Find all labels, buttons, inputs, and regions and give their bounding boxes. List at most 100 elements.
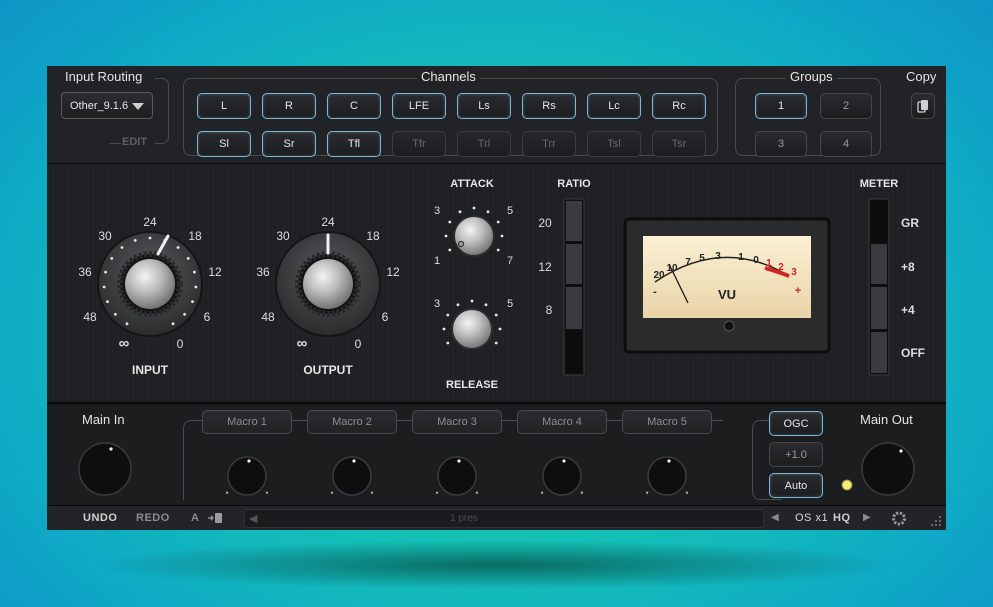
floor-shadow <box>90 540 903 590</box>
meter-label: METER <box>860 178 899 190</box>
channel-button-lc[interactable]: Lc <box>587 93 641 119</box>
channel-button-tfl[interactable]: Tfl <box>327 131 381 157</box>
channel-button-tsr[interactable]: Tsr <box>652 131 706 157</box>
groups-title: Groups <box>786 70 837 84</box>
ratio-value-20: 20 <box>538 216 552 230</box>
preset-bar[interactable]: ◀ 1 pres <box>244 509 764 528</box>
output-scale-30: 30 <box>276 229 290 243</box>
group-button-2[interactable]: 2 <box>820 93 872 119</box>
vu-scale-0: 0 <box>753 255 759 266</box>
input-routing-value: Other_9.1.6 <box>70 99 129 112</box>
channel-button-trr[interactable]: Trr <box>522 131 576 157</box>
meter-option-plus8: +8 <box>901 260 915 274</box>
macro-knob-4[interactable] <box>540 456 584 496</box>
output-knob[interactable] <box>275 231 381 337</box>
meter-button-off[interactable] <box>871 332 887 373</box>
gain-value-button[interactable]: +1.0 <box>769 442 823 467</box>
input-knob[interactable] <box>97 231 203 337</box>
auto-button[interactable]: Auto <box>769 473 823 498</box>
chevron-left-icon[interactable]: ◀ <box>249 512 257 525</box>
chevron-right-icon[interactable]: ▶ <box>863 512 871 523</box>
input-routing-bracket <box>155 78 169 144</box>
input-scale-36: 36 <box>78 265 92 279</box>
channel-button-l[interactable]: L <box>197 93 251 119</box>
channel-button-trl[interactable]: Trl <box>457 131 511 157</box>
macro-section: Main In Macro 1 Macro 2 Macro 3 Macro 4 Macr… <box>47 406 946 505</box>
vu-plus: + <box>795 285 801 297</box>
channel-button-r[interactable]: R <box>262 93 316 119</box>
main-in-knob[interactable] <box>78 442 132 496</box>
edit-button[interactable]: EDIT <box>122 136 147 148</box>
macro-knob-5[interactable] <box>645 456 689 496</box>
oversampling-value[interactable]: OS x1 <box>795 512 828 524</box>
ratio-button-20[interactable] <box>566 201 582 241</box>
vu-scale-10: 10 <box>666 263 678 274</box>
channel-button-lfe[interactable]: LFE <box>392 93 446 119</box>
output-scale-12: 12 <box>386 265 400 279</box>
vu-scale-7: 7 <box>685 257 691 268</box>
vu-scale-r3: 3 <box>791 267 797 278</box>
channel-button-sr[interactable]: Sr <box>262 131 316 157</box>
output-scale-18: 18 <box>366 229 380 243</box>
ab-copy-icon[interactable] <box>207 511 223 525</box>
channel-button-tfr[interactable]: Tfr <box>392 131 446 157</box>
chevron-down-icon <box>132 103 144 110</box>
ratio-value-12: 12 <box>538 260 552 274</box>
channel-button-c[interactable]: C <box>327 93 381 119</box>
vu-scale-3: 3 <box>715 251 721 262</box>
input-scale-0: 0 <box>177 337 184 351</box>
ratio-label: RATIO <box>557 178 591 190</box>
release-label: RELEASE <box>446 379 498 391</box>
macro-knob-1[interactable] <box>225 456 269 496</box>
channel-button-rs[interactable]: Rs <box>522 93 576 119</box>
release-knob[interactable] <box>451 308 493 350</box>
controls-canvas: 24 18 12 6 0 ∞ 48 36 30 INPUT 24 18 12 6… <box>78 178 925 391</box>
undo-button[interactable]: UNDO <box>83 512 117 524</box>
release-scale-5: 5 <box>507 298 513 310</box>
channel-button-tsl[interactable]: Tsl <box>587 131 641 157</box>
input-routing-dropdown[interactable]: Other_9.1.6 <box>61 92 153 119</box>
channel-button-sl[interactable]: Sl <box>197 131 251 157</box>
meter-option-plus4: +4 <box>901 303 915 317</box>
vu-scale-5: 5 <box>699 253 705 264</box>
gear-icon[interactable] <box>889 509 909 528</box>
channel-button-ls[interactable]: Ls <box>457 93 511 119</box>
resize-handle-icon[interactable] <box>931 515 943 527</box>
copy-button[interactable] <box>911 93 935 119</box>
output-label: OUTPUT <box>303 363 353 377</box>
meter-button-plus4[interactable] <box>871 287 887 329</box>
compressor-controls: 24 18 12 6 0 ∞ 48 36 30 INPUT 24 18 12 6… <box>47 164 946 404</box>
input-scale-48: 48 <box>83 310 97 324</box>
macro-knob-3[interactable] <box>435 456 479 496</box>
ogc-led-indicator <box>841 479 853 491</box>
attack-scale-7: 7 <box>507 255 513 267</box>
channel-button-rc[interactable]: Rc <box>652 93 706 119</box>
input-scale-12: 12 <box>208 265 222 279</box>
attack-label: ATTACK <box>450 178 494 190</box>
output-scale-inf: ∞ <box>297 335 308 352</box>
ratio-button-off[interactable] <box>566 332 582 373</box>
group-button-1[interactable]: 1 <box>755 93 807 119</box>
main-out-knob[interactable] <box>861 442 915 496</box>
vu-scale-r1: 1 <box>766 258 772 269</box>
input-scale-inf: ∞ <box>119 335 130 352</box>
attack-scale-1: 1 <box>434 255 440 267</box>
ratio-button-8[interactable] <box>566 287 582 329</box>
chevron-left-os-icon[interactable]: ◀ <box>771 512 779 523</box>
attack-knob[interactable] <box>453 215 495 257</box>
hq-button[interactable]: HQ <box>833 512 851 524</box>
ratio-button-12[interactable] <box>566 244 582 284</box>
meter-button-gr[interactable] <box>871 201 887 241</box>
attack-scale-3: 3 <box>434 205 440 217</box>
group-button-4[interactable]: 4 <box>820 131 872 157</box>
macro-knob-2[interactable] <box>330 456 374 496</box>
input-routing-title: Input Routing <box>65 69 143 84</box>
copy-title: Copy <box>906 69 937 84</box>
compressor-plugin-window: Input Routing Other_9.1.6 EDIT Channels … <box>47 66 946 530</box>
ab-button[interactable]: A <box>191 512 199 524</box>
meter-button-plus8[interactable] <box>871 244 887 284</box>
redo-button[interactable]: REDO <box>136 512 170 524</box>
vu-minus: - <box>653 286 657 298</box>
ogc-button[interactable]: OGC <box>769 411 823 436</box>
group-button-3[interactable]: 3 <box>755 131 807 157</box>
